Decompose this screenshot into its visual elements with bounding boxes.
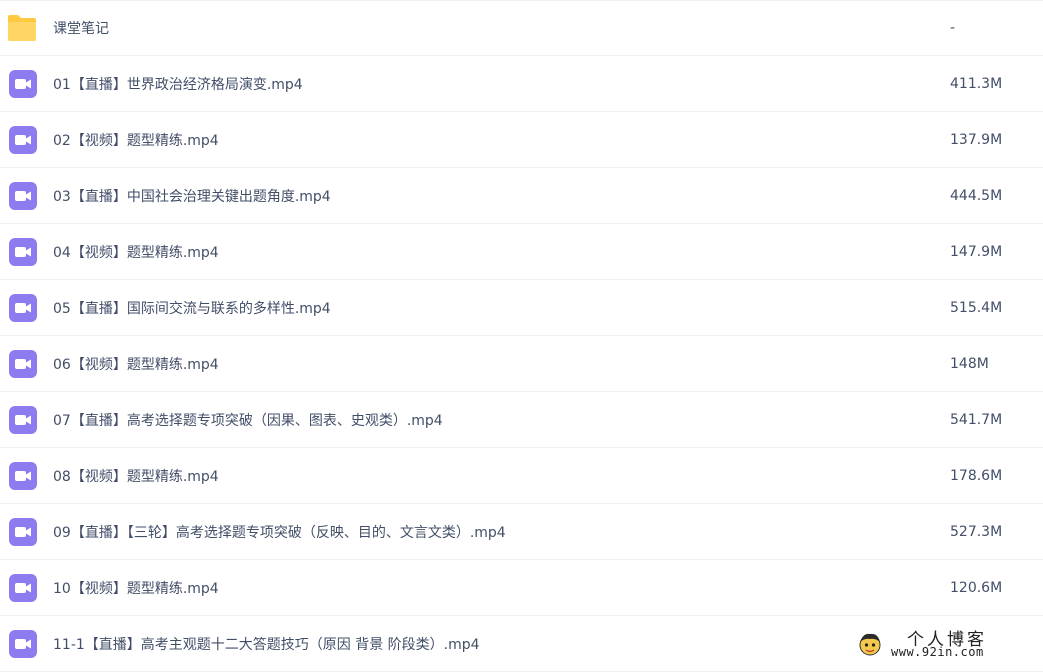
file-name[interactable]: 08【视频】题型精练.mp4	[53, 466, 219, 486]
file-size: 515.4M	[950, 299, 1003, 316]
file-row[interactable]: 10【视频】题型精练.mp4 120.6M	[0, 560, 1043, 616]
file-size: 178.6M	[950, 467, 1003, 484]
file-size: 541.7M	[950, 411, 1003, 428]
file-row[interactable]: 07【直播】高考选择题专项突破（因果、图表、史观类）.mp4 541.7M	[0, 392, 1043, 448]
file-row-folder[interactable]: 课堂笔记 -	[0, 0, 1043, 56]
file-row[interactable]: 03【直播】中国社会治理关键出题角度.mp4 444.5M	[0, 168, 1043, 224]
file-name[interactable]: 07【直播】高考选择题专项突破（因果、图表、史观类）.mp4	[53, 410, 443, 430]
video-file-icon	[8, 573, 38, 603]
file-size: 137.9M	[950, 131, 1003, 148]
file-row[interactable]: 08【视频】题型精练.mp4 178.6M	[0, 448, 1043, 504]
file-size: 527.3M	[950, 523, 1003, 540]
video-file-icon	[8, 517, 38, 547]
file-size: 411.3M	[950, 75, 1003, 92]
video-file-icon	[8, 461, 38, 491]
file-name[interactable]: 课堂笔记	[53, 18, 109, 38]
video-file-icon	[8, 405, 38, 435]
file-row[interactable]: 06【视频】题型精练.mp4 148M	[0, 336, 1043, 392]
file-name[interactable]: 05【直播】国际间交流与联系的多样性.mp4	[53, 298, 331, 318]
cartoon-face-icon	[857, 631, 883, 657]
file-name[interactable]: 01【直播】世界政治经济格局演变.mp4	[53, 74, 303, 94]
file-size: 148M	[950, 355, 989, 372]
file-name[interactable]: 09【直播】【三轮】高考选择题专项突破（反映、目的、文言文类）.mp4	[53, 522, 506, 542]
video-file-icon	[8, 629, 38, 659]
file-row[interactable]: 02【视频】题型精练.mp4 137.9M	[0, 112, 1043, 168]
file-size: 147.9M	[950, 243, 1003, 260]
video-file-icon	[8, 349, 38, 379]
file-size: -	[950, 20, 956, 36]
file-row[interactable]: 01【直播】世界政治经济格局演变.mp4 411.3M	[0, 56, 1043, 112]
video-file-icon	[8, 293, 38, 323]
file-name[interactable]: 11-1【直播】高考主观题十二大答题技巧（原因 背景 阶段类）.mp4	[53, 634, 480, 654]
video-file-icon	[8, 125, 38, 155]
file-list: 课堂笔记 - 01【直播】世界政治经济格局演变.mp4 411.3M 02【视频…	[0, 0, 1043, 672]
file-name[interactable]: 02【视频】题型精练.mp4	[53, 130, 219, 150]
file-name[interactable]: 10【视频】题型精练.mp4	[53, 578, 219, 598]
blog-watermark: 个人博客 www.92in.com	[857, 625, 1027, 665]
file-name[interactable]: 04【视频】题型精练.mp4	[53, 242, 219, 262]
video-file-icon	[8, 69, 38, 99]
file-size: 120.6M	[950, 579, 1003, 596]
file-name[interactable]: 03【直播】中国社会治理关键出题角度.mp4	[53, 186, 331, 206]
video-file-icon	[8, 237, 38, 267]
video-file-icon	[8, 181, 38, 211]
watermark-url: www.92in.com	[891, 645, 984, 659]
folder-icon	[8, 13, 38, 43]
file-row[interactable]: 05【直播】国际间交流与联系的多样性.mp4 515.4M	[0, 280, 1043, 336]
file-size: 444.5M	[950, 187, 1003, 204]
file-row[interactable]: 09【直播】【三轮】高考选择题专项突破（反映、目的、文言文类）.mp4 527.…	[0, 504, 1043, 560]
file-row[interactable]: 04【视频】题型精练.mp4 147.9M	[0, 224, 1043, 280]
file-name[interactable]: 06【视频】题型精练.mp4	[53, 354, 219, 374]
